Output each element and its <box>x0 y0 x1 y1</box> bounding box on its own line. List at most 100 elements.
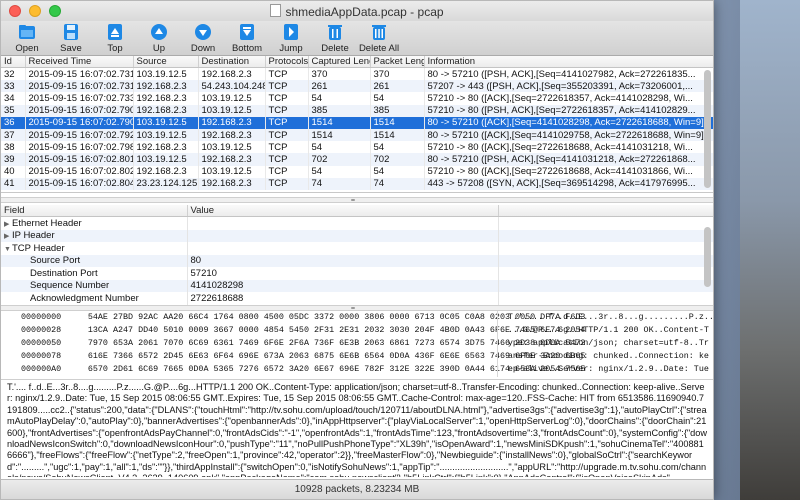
disclosure-triangle-icon[interactable]: ▼ <box>4 246 12 253</box>
field-value <box>187 216 499 230</box>
save-button[interactable]: Save <box>51 21 91 55</box>
packet-cell: 370 <box>370 67 425 81</box>
hex-ascii-divider <box>497 311 498 377</box>
packet-cell: 103.19.12.5 <box>133 67 199 81</box>
field-row[interactable]: Source Port 80 <box>1 254 713 267</box>
field-column-header[interactable]: Value <box>187 205 499 217</box>
delete-all-button[interactable]: Delete All <box>359 21 399 55</box>
column-header[interactable]: Captured Length <box>308 56 371 68</box>
packet-cell: TCP <box>265 128 309 142</box>
field-tree-scrollbar[interactable] <box>704 227 711 287</box>
field-row[interactable]: ▼TCP Header <box>1 242 713 255</box>
hex-bytes: 616E 7366 6572 2D45 6E63 6F64 696E 673A … <box>87 351 586 361</box>
packet-cell: 192.168.2.3 <box>133 141 199 154</box>
hex-bytes: 13CA A247 DD40 5010 0009 3667 0000 4854 … <box>87 325 586 335</box>
hex-ascii: ep-alive..Server: nginx/1.2.9..Date: Tue <box>507 364 709 374</box>
packet-cell: 192.168.2.3 <box>133 80 199 93</box>
hex-bytes: 6570 2D61 6C69 7665 0D0A 5365 7276 6572 … <box>87 364 586 374</box>
field-tree-header: Field Value <box>1 205 713 217</box>
column-header[interactable]: Information <box>424 56 713 68</box>
down-button[interactable]: Down <box>183 21 223 55</box>
packet-cell: 192.168.2.3 <box>133 104 199 117</box>
packet-cell: 702 <box>370 153 425 166</box>
packet-row[interactable]: 37 2015-09-15 16:07:02.792 103.19.12.5 192.… <box>1 128 713 142</box>
field-row[interactable]: Sequence Number 4141028298 <box>1 279 713 292</box>
top-icon <box>105 21 125 42</box>
column-header[interactable]: Destination <box>198 56 266 68</box>
window-title: shmediaAppData.pcap - pcap <box>1 4 713 19</box>
hex-ascii: ...G.@P...6g..HTTP/1.1 200 OK..Content-T <box>507 325 709 335</box>
field-name: Sequence Number <box>30 280 110 292</box>
packet-cell: 103.19.12.5 <box>198 104 266 117</box>
jump-button[interactable]: Jump <box>271 21 311 55</box>
packet-cell: 33 <box>1 80 26 93</box>
packet-cell: 57210 -> 80 ([ACK],[Seq=2722618688, Ack=… <box>424 141 713 154</box>
top-button[interactable]: Top <box>95 21 135 55</box>
title-bar[interactable]: shmediaAppData.pcap - pcap <box>1 1 713 21</box>
packet-cell: 57207 -> 443 ([PSH, ACK],[Seq=355203391,… <box>424 80 713 93</box>
packet-row[interactable]: 32 2015-09-15 16:07:02.731 103.19.12.5 192.… <box>1 67 713 81</box>
packet-cell: 54 <box>308 165 371 178</box>
packet-cell: 2015-09-15 16:07:02.790 <box>25 104 134 117</box>
packet-row[interactable]: 34 2015-09-15 16:07:02.733 192.168.2.3 103.… <box>1 92 713 105</box>
packet-cell: 103.19.12.5 <box>133 153 199 166</box>
hex-dump[interactable]: 00000000 54AE 27BD 92AC AA20 66C4 1764 08… <box>1 311 713 377</box>
packet-row[interactable]: 33 2015-09-15 16:07:02.731 192.168.2.3 54.2… <box>1 80 713 93</box>
packet-cell: 2015-09-15 16:07:02.731 <box>25 67 134 81</box>
packet-list: Id Received Time Source Destination Protocol… <box>1 56 713 193</box>
packet-row[interactable]: 36 2015-09-15 16:07:02.790 103.19.12.5 192.… <box>1 116 713 129</box>
field-row[interactable]: ▶ IP Header <box>1 229 713 242</box>
field-value: 57210 <box>187 267 499 280</box>
packet-list-scrollbar[interactable] <box>704 70 711 188</box>
packet-cell: TCP <box>265 116 309 129</box>
column-header[interactable]: Id <box>1 56 26 68</box>
packet-cell: 41 <box>1 177 26 190</box>
hex-row: 00000050 7970 653A 2061 7070 6C69 6361 74… <box>1 337 713 350</box>
hex-ascii: ype: application/json; charset=utf-8..Tr <box>507 338 709 348</box>
packet-row[interactable]: 41 2015-09-15 16:07:02.804 23.23.124.125 19… <box>1 177 713 190</box>
field-row[interactable]: Destination Port 57210 <box>1 267 713 280</box>
field-empty-cell <box>498 242 713 255</box>
column-header[interactable]: Protocols <box>265 56 309 68</box>
field-value: 4141028298 <box>187 279 499 292</box>
split-divider-top[interactable] <box>1 197 713 203</box>
delete-button[interactable]: Delete <box>315 21 355 55</box>
field-name: Source Port <box>30 255 81 267</box>
packet-cell: TCP <box>265 153 309 166</box>
column-header[interactable]: Source <box>133 56 199 68</box>
hex-offset: 00000078 <box>21 351 62 361</box>
packet-cell: 192.168.2.3 <box>133 92 199 105</box>
delete-icon <box>325 21 345 42</box>
raw-data-text[interactable]: T.'.... f..d..E...3r..8....g.........P.z… <box>1 379 713 477</box>
bottom-button[interactable]: Bottom <box>227 21 267 55</box>
up-icon <box>149 21 169 42</box>
packet-row[interactable]: 35 2015-09-15 16:07:02.790 192.168.2.3 103.… <box>1 104 713 117</box>
field-name: Ethernet Header <box>12 217 82 229</box>
field-name: IP Header <box>12 230 55 242</box>
field-row[interactable]: Acknowledgment Number 2722618688 <box>1 292 713 305</box>
packet-cell: 192.168.2.3 <box>198 153 266 166</box>
column-header[interactable]: Packet Length <box>370 56 425 68</box>
field-name-cell: ▶ IP Header <box>1 229 188 242</box>
field-empty-cell <box>498 216 713 230</box>
packet-cell: 103.19.12.5 <box>133 116 199 129</box>
hex-row: 000000C82C20 3135 2053 6570 2032 3031 35… <box>1 376 713 377</box>
packet-row[interactable]: 40 2015-09-15 16:07:02.802 192.168.2.3 103.… <box>1 165 713 178</box>
hex-bytes: 7970 653A 2061 7070 6C69 6361 7469 6F6E … <box>87 338 586 348</box>
column-header[interactable]: Received Time <box>25 56 134 68</box>
field-column-header[interactable]: Field <box>1 205 188 217</box>
disclosure-triangle-icon[interactable]: ▶ <box>4 232 12 240</box>
packet-row[interactable]: 39 2015-09-15 16:07:02.801 103.19.12.5 192.… <box>1 153 713 166</box>
packet-cell: 370 <box>308 67 371 81</box>
packet-cell: TCP <box>265 141 309 154</box>
field-empty-cell <box>498 229 713 242</box>
up-button[interactable]: Up <box>139 21 179 55</box>
field-row[interactable]: ▶ Ethernet Header <box>1 216 713 230</box>
packet-cell: 261 <box>370 80 425 93</box>
open-button[interactable]: Open <box>7 21 47 55</box>
packet-cell: 54 <box>370 92 425 105</box>
packet-cell: 2015-09-15 16:07:02.801 <box>25 153 134 166</box>
packet-row[interactable]: 38 2015-09-15 16:07:02.798 192.168.2.3 103.… <box>1 141 713 154</box>
disclosure-triangle-icon[interactable]: ▶ <box>4 220 12 228</box>
packet-cell: TCP <box>265 92 309 105</box>
